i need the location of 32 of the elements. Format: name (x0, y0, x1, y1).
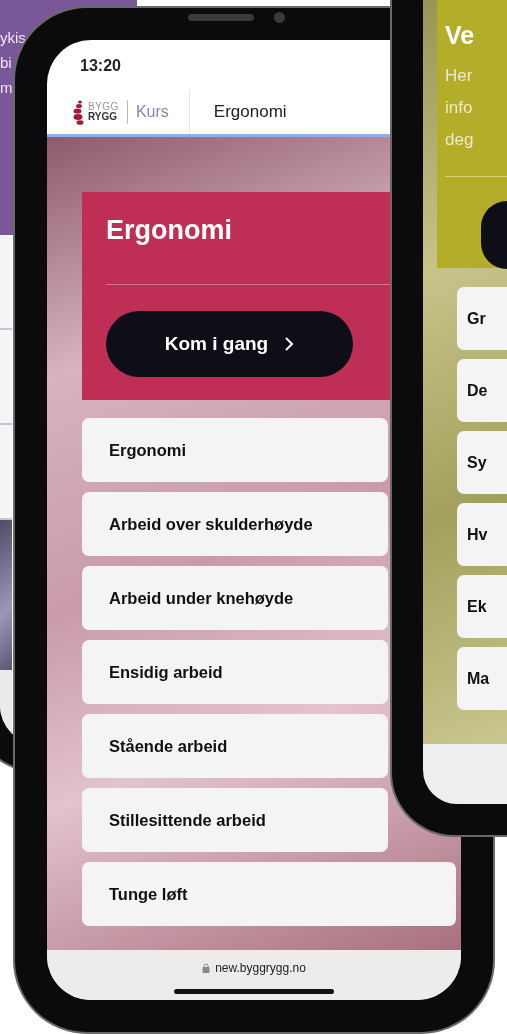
hero-text-line: Her (445, 65, 473, 87)
hero-title: Ergonomi (106, 214, 233, 246)
spine-logo-icon (72, 99, 86, 125)
course-item[interactable]: Arbeid over skulderhøyde (82, 492, 388, 556)
hero-title: Ve (445, 20, 476, 50)
course-item[interactable]: Arbeid under knehøyde (82, 566, 388, 630)
section-link[interactable]: Kurs (126, 100, 169, 124)
chevron-right-icon (284, 336, 295, 352)
hero-text-line: info (445, 97, 473, 119)
course-item[interactable]: Ensidig arbeid (82, 640, 388, 704)
course-item[interactable]: Hv (457, 503, 507, 566)
hero-text-line: ykis (0, 28, 26, 48)
url-text: new.byggrygg.no (215, 960, 306, 977)
page-title: Ergonomi (213, 101, 287, 124)
course-item[interactable]: Stående arbeid (82, 714, 388, 778)
course-item[interactable]: Ergonomi (82, 418, 388, 482)
course-item[interactable]: Ek (457, 575, 507, 638)
course-item[interactable]: Tunge løft (82, 862, 456, 926)
hero-text-line: m (0, 78, 13, 98)
start-button[interactable] (481, 201, 507, 269)
course-item[interactable]: Sy (457, 431, 507, 494)
lock-icon (202, 963, 211, 973)
course-item[interactable]: Gr (457, 287, 507, 350)
brand-name: BYGG (88, 102, 119, 112)
brand-name: RYGG (88, 112, 119, 122)
start-button[interactable]: Kom i gang (106, 311, 353, 377)
hero-text-line: deg (445, 129, 474, 151)
course-item[interactable]: Ma (457, 647, 507, 710)
course-item[interactable]: De (457, 359, 507, 422)
status-time: 13:20 (80, 57, 121, 74)
hero-text-line: bi (0, 53, 12, 73)
course-item[interactable]: Stillesittende arbeid (82, 788, 388, 852)
